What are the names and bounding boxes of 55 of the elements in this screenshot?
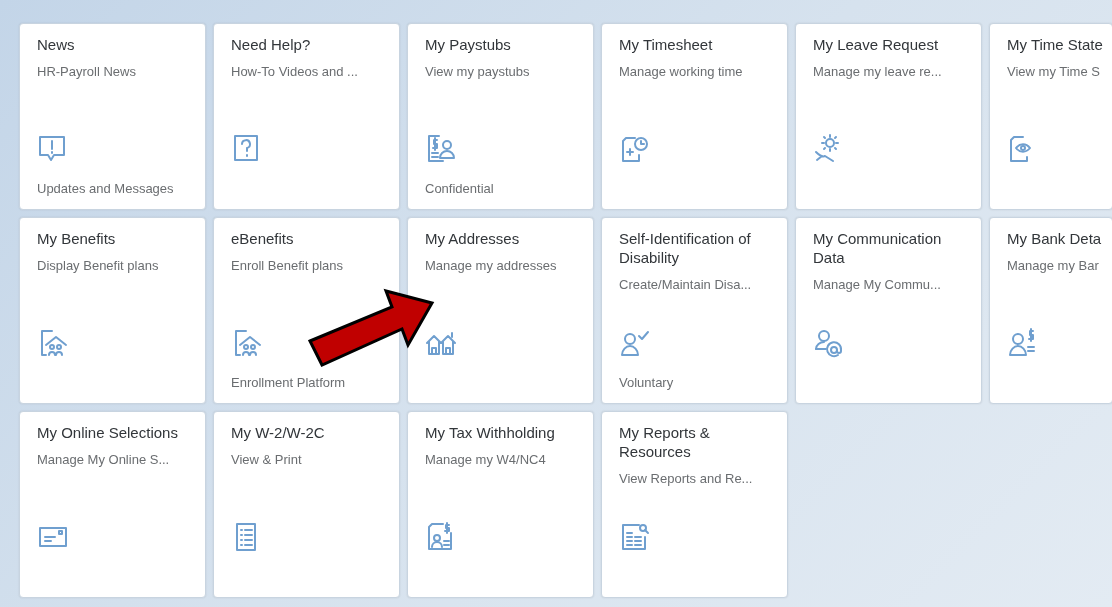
tile-footer: Voluntary — [619, 374, 674, 391]
tile-subtitle: Manage my W4/NC4 — [425, 451, 547, 468]
tile-title: My Leave Request — [813, 35, 940, 54]
tile-title: Self-Identification of Disability — [619, 229, 752, 267]
tile-title: My Bank Deta — [1007, 229, 1103, 248]
tile-title: My Benefits — [37, 229, 117, 248]
tile-subtitle: View my Time S — [1007, 63, 1101, 80]
tile-subtitle: Manage working time — [619, 63, 744, 80]
tile-subtitle: Manage My Online S... — [37, 451, 171, 468]
tile-title: My Timesheet — [619, 35, 714, 54]
tile-subtitle: HR-Payroll News — [37, 63, 137, 80]
tile-subtitle: View & Print — [231, 451, 303, 468]
report-search-icon — [619, 521, 651, 553]
tile-title: News — [37, 35, 76, 54]
tile-footer: Confidential — [425, 180, 494, 197]
tile-title: My Time State — [1007, 35, 1104, 54]
app-tile[interactable]: Self-Identification of Disability Create/Maintain Disa... Voluntary — [601, 217, 788, 404]
tile-title: My Paystubs — [425, 35, 512, 54]
tile-subtitle: Manage My Commu... — [813, 276, 942, 293]
app-tile[interactable]: eBenefits Enroll Benefit plans Enrollment Platform — [213, 217, 400, 404]
app-tile[interactable]: My Timesheet Manage working time — [601, 23, 788, 210]
app-tile[interactable]: My W-2/W-2C View & Print — [213, 411, 400, 598]
app-tile[interactable]: Need Help? How-To Videos and ... — [213, 23, 400, 210]
tile-subtitle: Create/Maintain Disa... — [619, 276, 753, 293]
tile-title: eBenefits — [231, 229, 295, 248]
app-tile[interactable]: My Online Selections Manage My Online S... — [19, 411, 206, 598]
tile-title: My W-2/W-2C — [231, 423, 326, 442]
person-at-sign-icon — [813, 327, 845, 359]
tile-subtitle: Enroll Benefit plans — [231, 257, 344, 274]
tile-subtitle: Display Benefit plans — [37, 257, 160, 274]
tile-title: My Online Selections — [37, 423, 179, 442]
app-tile[interactable]: My Tax Withholding Manage my W4/NC4 — [407, 411, 594, 598]
app-tile[interactable]: My Communication Data Manage My Commu... — [795, 217, 982, 404]
tile-subtitle: Manage my leave re... — [813, 63, 943, 80]
tile-title: My Reports & Resources — [619, 423, 711, 461]
tile-subtitle: View my paystubs — [425, 63, 531, 80]
tile-subtitle: View Reports and Re... — [619, 470, 754, 487]
tile-subtitle: Manage my Bar — [1007, 257, 1100, 274]
app-tile[interactable]: My Addresses Manage my addresses — [407, 217, 594, 404]
app-tile[interactable]: My Time State View my Time S — [989, 23, 1112, 210]
tile-subtitle: Manage my addresses — [425, 257, 558, 274]
app-tile[interactable]: My Benefits Display Benefit plans — [19, 217, 206, 404]
app-tile[interactable]: News HR-Payroll News Updates and Messages — [19, 23, 206, 210]
tile-title: My Communication Data — [813, 229, 943, 267]
tile-title: My Tax Withholding — [425, 423, 556, 442]
tile-footer: Enrollment Platform — [231, 374, 346, 391]
tile-footer: Updates and Messages — [37, 180, 174, 197]
app-tile[interactable]: My Paystubs View my paystubs Confidential — [407, 23, 594, 210]
tile-title: My Addresses — [425, 229, 521, 248]
tile-title: Need Help? — [231, 35, 312, 54]
app-tile[interactable]: My Bank Deta Manage my Bar — [989, 217, 1112, 404]
app-tile[interactable]: My Reports & Resources View Reports and Re... — [601, 411, 788, 598]
paystub-person-icon — [425, 133, 457, 165]
tile-subtitle: How-To Videos and ... — [231, 63, 359, 80]
app-tile[interactable]: My Leave Request Manage my leave re... — [795, 23, 982, 210]
